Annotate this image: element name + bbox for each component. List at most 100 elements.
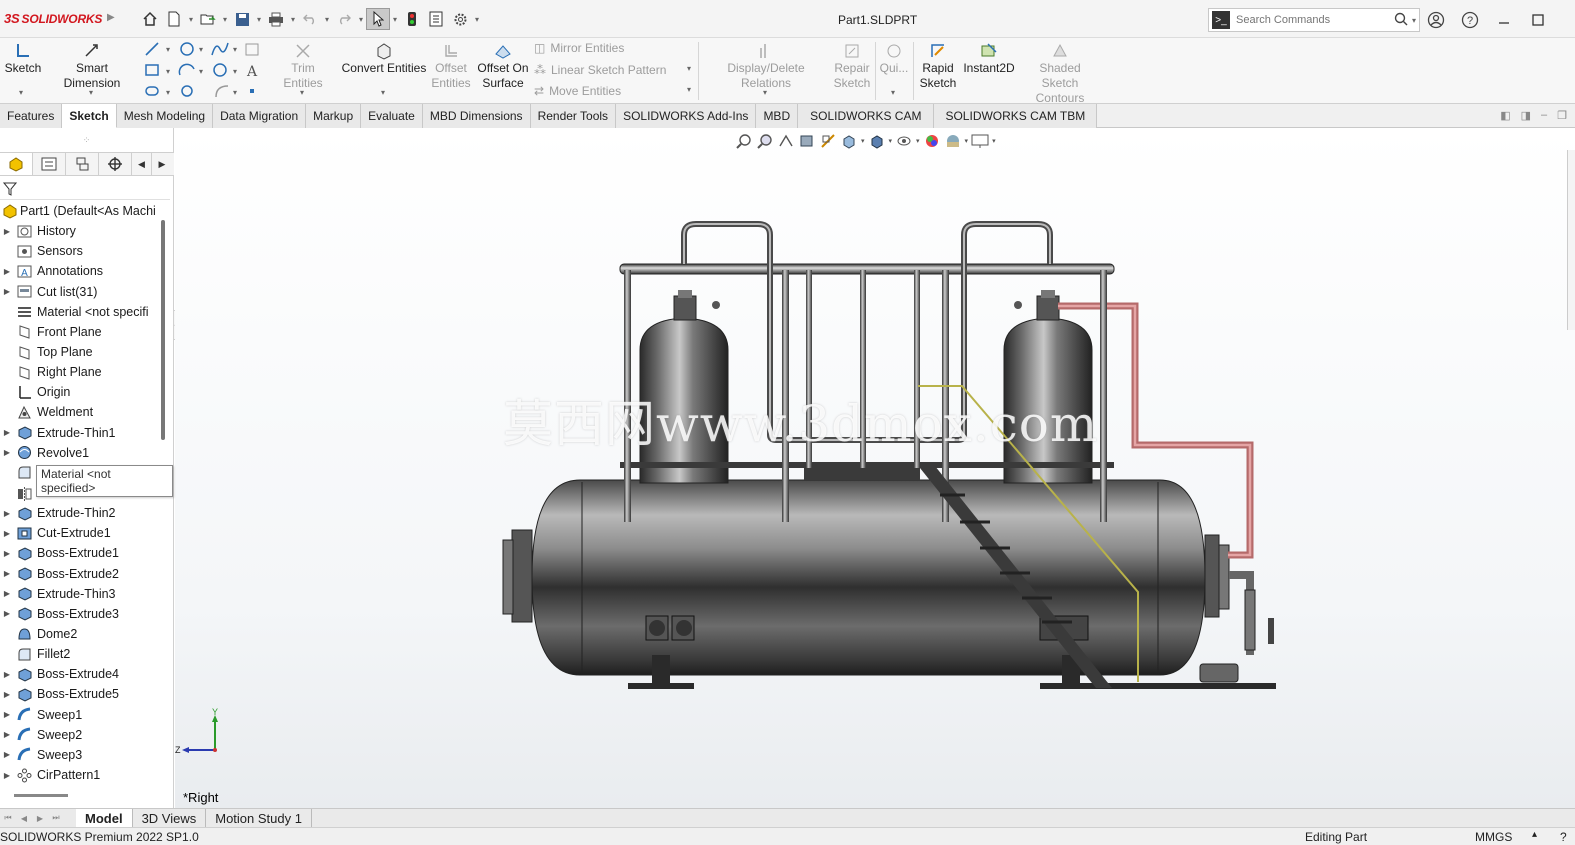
tab-solidworks-cam-tbm[interactable]: SOLIDWORKS CAM TBM bbox=[934, 104, 1098, 128]
tab-mbd-dimensions[interactable]: MBD Dimensions bbox=[422, 104, 531, 128]
configuration-manager-tab-icon[interactable] bbox=[66, 153, 99, 175]
help-icon[interactable]: ? bbox=[1458, 8, 1482, 32]
tab-solidworks-cam[interactable]: SOLIDWORKS CAM bbox=[798, 104, 935, 128]
tree-root-part[interactable]: Part1 (Default<As Machi bbox=[0, 201, 162, 221]
tree-vertical-scrollbar[interactable] bbox=[161, 220, 165, 440]
print-dropdown-icon[interactable]: ▾ bbox=[288, 15, 298, 24]
trim-dropdown-icon[interactable]: ▾ bbox=[300, 88, 304, 97]
first-tab-icon[interactable]: ⏮ bbox=[0, 813, 16, 823]
file-properties-icon[interactable] bbox=[424, 8, 448, 30]
open-document-icon[interactable] bbox=[196, 8, 220, 30]
tab-mesh-modeling[interactable]: Mesh Modeling bbox=[116, 104, 214, 128]
panel-tab-next-icon[interactable]: ▶ bbox=[152, 153, 172, 175]
tree-item-cut-list-31[interactable]: ▶ Cut list(31) bbox=[0, 282, 162, 302]
relations-dropdown-icon[interactable]: ▾ bbox=[763, 88, 767, 97]
move-dropdown-icon[interactable]: ▾ bbox=[687, 85, 691, 94]
tab-evaluate[interactable]: Evaluate bbox=[361, 104, 423, 128]
move-entities-button[interactable]: ⇄ Move Entities bbox=[534, 84, 621, 98]
rapid-sketch-button[interactable]: Rapid Sketch bbox=[916, 40, 960, 91]
expand-arrow-icon[interactable]: ▶ bbox=[0, 750, 14, 759]
new-dropdown-icon[interactable]: ▾ bbox=[186, 15, 196, 24]
offset-on-surface-button[interactable]: Offset On Surface bbox=[476, 40, 530, 91]
linear-sketch-pattern-button[interactable]: ⁂ Linear Sketch Pattern bbox=[534, 63, 666, 77]
save-dropdown-icon[interactable]: ▾ bbox=[254, 15, 264, 24]
tree-item-front-plane[interactable]: Front Plane bbox=[0, 322, 162, 342]
expand-arrow-icon[interactable]: ▶ bbox=[0, 589, 14, 598]
menu-expand-arrow-icon[interactable]: ▶ bbox=[107, 12, 115, 23]
tree-item-right-plane[interactable]: Right Plane bbox=[0, 362, 162, 382]
repair-sketch-button[interactable]: Repair Sketch bbox=[833, 40, 871, 91]
smart-dimension-button[interactable]: Smart Dimension bbox=[46, 40, 138, 91]
panel-tab-prev-icon[interactable]: ◀ bbox=[132, 153, 152, 175]
tab-mbd[interactable]: MBD bbox=[756, 104, 799, 128]
doc-restore-icon[interactable]: ❐ bbox=[1557, 109, 1567, 122]
tab-solidworks-add-ins[interactable]: SOLIDWORKS Add-Ins bbox=[616, 104, 757, 128]
expand-arrow-icon[interactable]: ▶ bbox=[0, 529, 14, 538]
new-document-icon[interactable] bbox=[162, 8, 186, 30]
user-account-icon[interactable] bbox=[1424, 8, 1448, 32]
expand-arrow-icon[interactable]: ▶ bbox=[0, 267, 14, 276]
shaded-sketch-contours-button[interactable]: Shaded Sketch Contours bbox=[1020, 40, 1100, 106]
maximize-icon[interactable] bbox=[1526, 8, 1550, 32]
tab-markup[interactable]: Markup bbox=[306, 104, 362, 128]
next-tab-icon[interactable]: ▶ bbox=[32, 814, 48, 823]
feature-manager-tab-icon[interactable] bbox=[0, 153, 33, 175]
tree-item-cut-extrude1[interactable]: ▶ Cut-Extrude1 bbox=[0, 523, 162, 543]
expand-arrow-icon[interactable]: ▶ bbox=[0, 730, 14, 739]
home-icon[interactable] bbox=[138, 8, 162, 30]
tree-item-boss-extrude3[interactable]: ▶ Boss-Extrude3 bbox=[0, 604, 162, 624]
mirror-entities-button[interactable]: ◫ Mirror Entities bbox=[534, 41, 624, 55]
snaps-dropdown-icon[interactable]: ▾ bbox=[891, 88, 895, 97]
sketch-button[interactable]: Sketch bbox=[4, 40, 42, 76]
tree-item-revolve1[interactable]: ▶ Revolve1 bbox=[0, 443, 162, 463]
display-delete-relations-button[interactable]: Display/Delete Relations bbox=[702, 40, 830, 91]
tab-sketch[interactable]: Sketch bbox=[62, 104, 117, 128]
undo-dropdown-icon[interactable]: ▾ bbox=[322, 15, 332, 24]
convert-entities-button[interactable]: Convert Entities bbox=[341, 40, 427, 76]
rebuild-traffic-light-icon[interactable] bbox=[400, 8, 424, 30]
search-dropdown-icon[interactable]: ▾ bbox=[1412, 16, 1416, 25]
tab-model[interactable]: Model bbox=[76, 808, 133, 828]
dimxpert-manager-tab-icon[interactable] bbox=[99, 153, 132, 175]
search-icon[interactable] bbox=[1394, 12, 1408, 29]
tab-3d-views[interactable]: 3D Views bbox=[133, 808, 207, 828]
unit-system[interactable]: MMGS bbox=[1475, 830, 1512, 844]
tree-item-boss-extrude1[interactable]: ▶ Boss-Extrude1 bbox=[0, 543, 162, 563]
graphics-area[interactable]: ▾ ▾ ▾ ▾ ▾ 莫西网www.3dmox.com Y Z *Right bbox=[175, 128, 1575, 808]
expand-panel-icon[interactable]: ◨ bbox=[1521, 109, 1531, 122]
tree-item-weldment[interactable]: Weldment bbox=[0, 402, 162, 422]
prev-tab-icon[interactable]: ◀ bbox=[16, 814, 32, 823]
expand-arrow-icon[interactable]: ▶ bbox=[0, 710, 14, 719]
collapse-panel-icon[interactable]: ◧ bbox=[1500, 109, 1510, 122]
redo-dropdown-icon[interactable]: ▾ bbox=[356, 15, 366, 24]
tree-item-boss-extrude5[interactable]: ▶ Boss-Extrude5 bbox=[0, 684, 162, 704]
tree-item-dome2[interactable]: Dome2 bbox=[0, 624, 162, 644]
tree-filter[interactable] bbox=[0, 178, 170, 200]
property-manager-tab-icon[interactable] bbox=[33, 153, 66, 175]
expand-arrow-icon[interactable]: ▶ bbox=[0, 569, 14, 578]
tree-horizontal-scrollbar[interactable] bbox=[14, 794, 68, 797]
select-pointer-icon[interactable] bbox=[366, 8, 390, 30]
tree-item-extrude-thin3[interactable]: ▶ Extrude-Thin3 bbox=[0, 584, 162, 604]
tab-features[interactable]: Features bbox=[0, 104, 63, 128]
select-dropdown-icon[interactable]: ▾ bbox=[390, 15, 400, 24]
options-dropdown-icon[interactable]: ▾ bbox=[472, 15, 482, 24]
solidworks-logo[interactable]: 3S SOLIDWORKS bbox=[4, 11, 102, 26]
pressure-vessel-model[interactable] bbox=[175, 128, 1575, 808]
search-commands-box[interactable]: >_ ▾ bbox=[1208, 8, 1420, 32]
expand-arrow-icon[interactable]: ▶ bbox=[0, 609, 14, 618]
tree-item-material-not-specifi[interactable]: Material <not specifi bbox=[0, 302, 162, 322]
undo-icon[interactable] bbox=[298, 8, 322, 30]
status-help-icon[interactable]: ? bbox=[1560, 830, 1567, 844]
open-dropdown-icon[interactable]: ▾ bbox=[220, 15, 230, 24]
trim-entities-button[interactable]: Trim Entities bbox=[270, 40, 336, 91]
units-arrow-icon[interactable]: ▴ bbox=[1532, 829, 1537, 840]
print-icon[interactable] bbox=[264, 8, 288, 30]
dimension-dropdown-icon[interactable]: ▾ bbox=[89, 88, 93, 97]
doc-minimize-icon[interactable]: – bbox=[1541, 109, 1547, 122]
expand-arrow-icon[interactable]: ▶ bbox=[0, 549, 14, 558]
expand-arrow-icon[interactable]: ▶ bbox=[0, 509, 14, 518]
tree-item-extrude-thin1[interactable]: ▶ Extrude-Thin1 bbox=[0, 423, 162, 443]
tree-item-sweep2[interactable]: ▶ Sweep2 bbox=[0, 725, 162, 745]
expand-arrow-icon[interactable]: ▶ bbox=[0, 690, 14, 699]
